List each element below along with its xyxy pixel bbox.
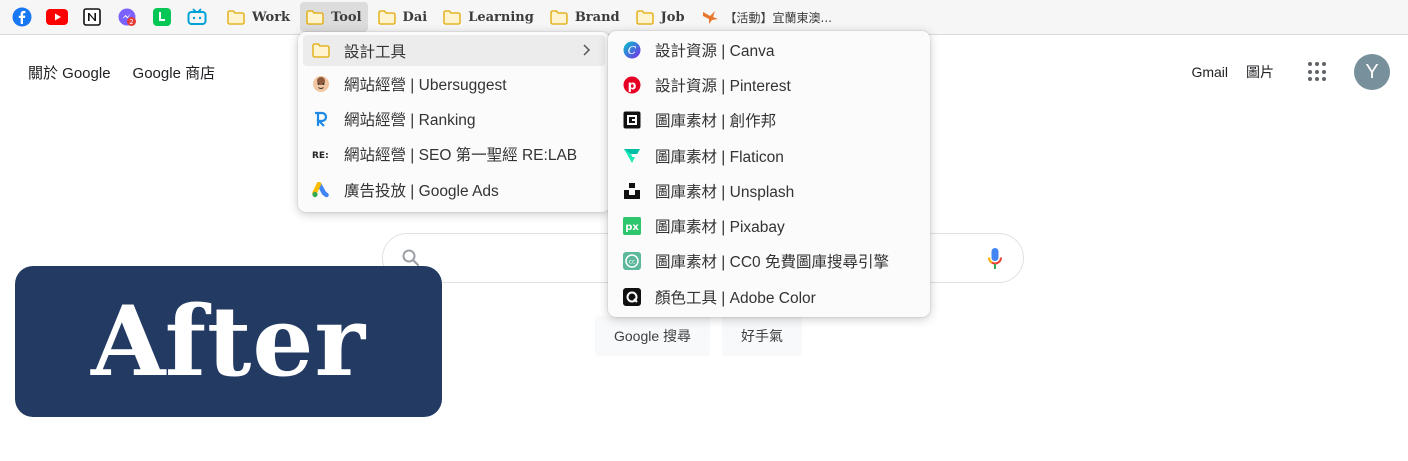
folder-icon: [443, 9, 461, 25]
svg-text:2: 2: [129, 18, 133, 26]
google-ads-icon: [312, 181, 330, 199]
bookmarks-bar: 2 Work Tool Dai Learning Brand Job 【活動】宜…: [0, 0, 1408, 35]
feeling-lucky-button[interactable]: 好手氣: [722, 316, 803, 356]
menu-item-pixabay[interactable]: px 圖庫素材 | Pixabay: [608, 208, 930, 243]
folder-icon: [306, 9, 324, 25]
about-link[interactable]: 關於 Google: [28, 62, 111, 83]
relab-icon: RE:: [312, 145, 330, 163]
avatar[interactable]: Y: [1354, 54, 1390, 90]
ranking-icon: [312, 110, 330, 128]
menu-item-unsplash[interactable]: 圖庫素材 | Unsplash: [608, 173, 930, 208]
search-buttons: Google 搜尋 好手氣: [595, 316, 803, 356]
menu-item-pinterest[interactable]: p 設計資源 | Pinterest: [608, 67, 930, 102]
pinterest-icon: p: [623, 76, 641, 94]
bookmark-event[interactable]: 【活動】宜蘭東澳...: [695, 2, 838, 32]
menu-item-label: 顏色工具 | Adobe Color: [655, 289, 816, 307]
menu-item-label: 網站經營 | SEO 第一聖經 RE:LAB: [344, 147, 578, 165]
menu-item-label: 廣告投放 | Google Ads: [344, 182, 499, 200]
menu-item-chuangzuobang[interactable]: 圖庫素材 | 創作邦: [608, 103, 930, 138]
menu-item-cc0[interactable]: cc 圖庫素材 | CC0 免費圖庫搜尋引擎: [608, 244, 930, 279]
flaticon-icon: [623, 147, 641, 165]
bookmark-folder-tool[interactable]: Tool: [300, 2, 368, 32]
folder-icon: [377, 9, 396, 25]
images-link[interactable]: 圖片: [1246, 62, 1274, 82]
ubersuggest-icon: [312, 75, 330, 93]
menu-item-label: 設計工具: [344, 43, 407, 61]
menu-item-canva[interactable]: C 設計資源 | Canva: [608, 32, 930, 67]
browser-page: 2 Work Tool Dai Learning Brand Job 【活動】宜…: [0, 0, 1408, 461]
cc0-icon: cc: [623, 252, 641, 271]
google-apps-icon[interactable]: [1308, 62, 1328, 82]
chuangzuobang-icon: [623, 111, 641, 129]
folder-icon: [550, 9, 568, 25]
bookmark-folder-job[interactable]: Job: [630, 2, 691, 32]
youtube-icon[interactable]: [46, 6, 68, 28]
menu-item-design-tools[interactable]: 設計工具: [303, 35, 605, 66]
menu-item-label: 網站經營 | Ranking: [344, 111, 476, 129]
menu-item-flaticon[interactable]: 圖庫素材 | Flaticon: [608, 138, 930, 173]
tool-folder-menu: 設計工具 網站經營 | Ubersuggest 網站經營 | Ranking R…: [298, 32, 610, 212]
messenger-icon[interactable]: 2: [116, 6, 138, 28]
pixabay-icon: px: [623, 217, 641, 236]
canva-icon: C: [623, 41, 641, 59]
menu-item-label: 圖庫素材 | Flaticon: [655, 148, 784, 166]
google-search-button[interactable]: Google 搜尋: [595, 316, 711, 356]
menu-item-label: 網站經營 | Ubersuggest: [344, 76, 507, 94]
folder-label: Brand: [574, 9, 620, 25]
folder-icon: [312, 42, 330, 60]
bookmark-label: 【活動】宜蘭東澳...: [724, 10, 832, 25]
line-icon[interactable]: [151, 6, 173, 28]
folder-icon: [635, 9, 654, 25]
menu-item-label: 設計資源 | Canva: [655, 42, 775, 60]
header-right: Gmail 圖片 Y: [1191, 54, 1390, 90]
menu-item-label: 圖庫素材 | Unsplash: [655, 183, 795, 201]
menu-item-label: 圖庫素材 | CC0 免費圖庫搜尋引擎: [655, 254, 889, 272]
chevron-right-icon: [583, 44, 591, 56]
menu-item-label: 設計資源 | Pinterest: [655, 77, 791, 95]
folder-icon: [227, 9, 245, 25]
svg-text:C: C: [628, 44, 637, 57]
svg-text:p: p: [628, 78, 637, 92]
folder-label: Job: [660, 9, 685, 25]
folder-label: Dai: [402, 9, 428, 25]
menu-item-ubersuggest[interactable]: 網站經營 | Ubersuggest: [298, 66, 610, 101]
svg-text:cc: cc: [629, 259, 636, 266]
bird-icon: [702, 11, 718, 24]
menu-item-adobe-color[interactable]: 顏色工具 | Adobe Color: [608, 279, 930, 314]
folder-label: Tool: [331, 9, 362, 25]
unsplash-icon: [623, 182, 641, 200]
search-icon: [402, 249, 420, 267]
bilibili-icon[interactable]: [186, 6, 208, 28]
mic-icon[interactable]: [987, 247, 1003, 271]
gmail-link[interactable]: Gmail: [1191, 64, 1228, 80]
menu-item-label: 圖庫素材 | Pixabay: [655, 219, 785, 237]
menu-item-relab[interactable]: RE: 網站經營 | SEO 第一聖經 RE:LAB: [298, 137, 610, 172]
store-link[interactable]: Google 商店: [133, 62, 216, 83]
folder-label: Learning: [468, 9, 534, 25]
after-badge: After: [15, 266, 442, 417]
adobe-color-icon: [623, 287, 641, 306]
notion-icon[interactable]: [81, 6, 103, 28]
bookmark-folder-dai[interactable]: Dai: [372, 2, 434, 32]
menu-item-ranking[interactable]: 網站經營 | Ranking: [298, 101, 610, 136]
header-left-links: 關於 Google Google 商店: [28, 62, 215, 83]
design-tools-submenu: C 設計資源 | Canva p 設計資源 | Pinterest 圖庫素材 |…: [608, 31, 930, 317]
svg-text:RE:: RE:: [312, 151, 329, 160]
bookmark-folder-learning[interactable]: Learning: [437, 2, 540, 32]
menu-item-google-ads[interactable]: 廣告投放 | Google Ads: [298, 172, 610, 207]
facebook-icon[interactable]: [11, 6, 33, 28]
menu-item-label: 圖庫素材 | 創作邦: [655, 113, 777, 131]
bookmark-folder-work[interactable]: Work: [221, 2, 296, 32]
bookmark-folder-brand[interactable]: Brand: [544, 2, 626, 32]
svg-text:px: px: [625, 222, 639, 233]
folder-label: Work: [252, 9, 291, 25]
